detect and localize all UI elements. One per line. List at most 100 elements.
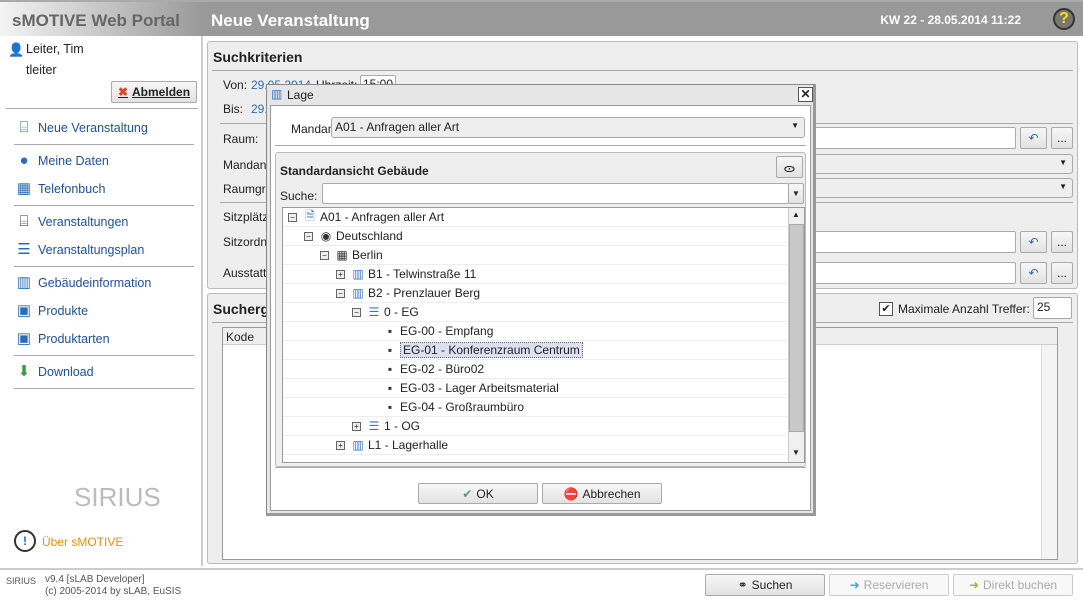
tree-node[interactable]: − ▦ Berlin	[283, 246, 789, 265]
sidebar-item-label: Veranstaltungsplan	[38, 243, 145, 257]
product-icon: ▣	[16, 302, 32, 319]
tree-node-label: L1 - Lagerhalle	[368, 438, 449, 452]
user-name: Leiter, Tim	[26, 42, 84, 56]
lage-dialog: ▥ Lage ✕ Mandant: A01 - Anfragen aller A…	[266, 84, 816, 516]
about-link[interactable]: Über sMOTIVE	[42, 535, 123, 549]
sidebar-item-neue-veranstaltung[interactable]: ⌸ Neue Veranstaltung	[14, 117, 147, 139]
sidebar-item-veranstaltungen[interactable]: ⌸ Veranstaltungen	[14, 211, 128, 233]
arrow-right-icon: ➜	[968, 578, 979, 592]
expand-icon[interactable]: +	[336, 440, 345, 450]
sidebar-item-label: Veranstaltungen	[38, 215, 129, 229]
scrollbar-thumb[interactable]	[789, 224, 804, 432]
sidebar-item-telefonbuch[interactable]: ▦ Telefonbuch	[14, 178, 106, 200]
tree-node[interactable]: ▪ EG-00 - Empfang	[283, 322, 789, 341]
sidebar-item-produkte[interactable]: ▣ Produkte	[14, 300, 88, 322]
view-title: Standardansicht Gebäude	[280, 164, 429, 178]
logout-button[interactable]: ✖ Abmelden	[111, 81, 197, 103]
header: Neue Veranstaltung KW 22 - 28.05.2014 11…	[203, 0, 1083, 36]
max-results-input[interactable]: 25	[1033, 297, 1072, 319]
room-icon: ▪	[387, 343, 393, 357]
results-scrollbar[interactable]	[1041, 345, 1057, 559]
download-icon: ⬇	[17, 363, 31, 380]
ausstattung-input[interactable]	[808, 262, 1016, 284]
cancel-button[interactable]: ⛔ Abbrechen	[542, 483, 662, 504]
browse-raum-button[interactable]: ...	[1051, 127, 1073, 149]
tree-node-label: EG-00 - Empfang	[400, 324, 494, 338]
sidebar-item-label: Meine Daten	[38, 154, 109, 168]
reset-ausstattung-button[interactable]: ↶	[1020, 262, 1047, 284]
max-results-checkbox[interactable]: ✔	[879, 302, 893, 316]
sidebar-item-label: Telefonbuch	[38, 182, 106, 196]
close-icon[interactable]: ✕	[798, 87, 813, 102]
reserve-button[interactable]: ➜ Reservieren	[829, 574, 949, 596]
expand-icon[interactable]: +	[352, 421, 361, 431]
sidebar-item-label: Download	[38, 365, 94, 379]
raum-label: Raum:	[223, 132, 259, 146]
expand-icon[interactable]: +	[336, 269, 345, 279]
arrow-right-icon: ➜	[849, 578, 860, 592]
reset-raum-button[interactable]: ↶	[1020, 127, 1047, 149]
sidebar-item-label: Produkte	[38, 304, 89, 318]
search-label: Suche:	[280, 189, 318, 203]
globe-icon: ◉	[320, 229, 332, 243]
binoculars-icon: ⚭	[737, 578, 748, 592]
search-dropdown-button[interactable]: ▼	[788, 183, 804, 204]
user-login: tleiter	[26, 63, 57, 77]
cancel-label: Abbrechen	[582, 486, 641, 501]
sidebar-item-produktarten[interactable]: ▣ Produktarten	[14, 328, 110, 350]
product-types-icon: ▣	[16, 330, 32, 347]
dialog-mandant-select[interactable]: A01 - Anfragen aller Art	[331, 117, 805, 138]
plan-icon: ☰	[17, 241, 31, 258]
tree-node[interactable]: ▪ EG-03 - Lager Arbeitsmaterial	[283, 379, 789, 398]
browse-sitzordnung-button[interactable]: ...	[1051, 231, 1073, 253]
sirius-small-logo: SIRIUS	[6, 576, 37, 586]
collapse-icon[interactable]: −	[304, 231, 313, 241]
sidebar-item-gebaeudeinformation[interactable]: ▥ Gebäudeinformation	[14, 272, 151, 294]
document-icon: 🗎	[305, 208, 315, 223]
room-icon: ▪	[387, 400, 393, 414]
browse-ausstattung-button[interactable]: ...	[1051, 262, 1073, 284]
tree-node[interactable]: + ▥ B1 - Telwinstraße 11	[283, 265, 789, 284]
book-button[interactable]: ➜ Direkt buchen	[953, 574, 1073, 596]
tree-node[interactable]: − 🗎 A01 - Anfragen aller Art	[283, 208, 789, 227]
dialog-search-input[interactable]	[322, 183, 789, 204]
presentation-new-icon: ⌸	[19, 119, 29, 136]
location-tree: − 🗎 A01 - Anfragen aller Art − ◉ Deutschland −…	[282, 207, 805, 463]
view-toggle-button[interactable]: ᯣ	[776, 156, 803, 178]
info-icon: !	[14, 530, 36, 552]
tree-node[interactable]: ▪ EG-04 - Großraumbüro	[283, 398, 789, 417]
search-button[interactable]: ⚭ Suchen	[705, 574, 825, 596]
collapse-icon[interactable]: −	[320, 250, 329, 260]
tree-node[interactable]: − ▥ B2 - Prenzlauer Berg	[283, 284, 789, 303]
raumgruppe-label: Raumgr	[223, 182, 266, 196]
raumgruppe-select[interactable]	[808, 178, 1073, 198]
help-icon[interactable]: ?	[1053, 8, 1075, 30]
mandant-select[interactable]	[808, 154, 1073, 174]
sitzordnung-input[interactable]	[808, 231, 1016, 253]
tree-node[interactable]: + ▥ L1 - Lagerhalle	[283, 436, 789, 455]
sidebar-item-meine-daten[interactable]: ● Meine Daten	[14, 150, 109, 172]
room-icon: ▪	[387, 324, 393, 338]
tree-node[interactable]: − ☰ 0 - EG	[283, 303, 789, 322]
tree-node[interactable]: ▪ EG-02 - Büro02	[283, 360, 789, 379]
sidebar-item-download[interactable]: ⬇ Download	[14, 361, 94, 383]
scroll-up-icon[interactable]: ▲	[792, 210, 800, 219]
reset-sitzordnung-button[interactable]: ↶	[1020, 231, 1047, 253]
collapse-icon[interactable]: −	[336, 288, 345, 298]
raum-input[interactable]	[808, 127, 1016, 149]
ok-label: OK	[476, 486, 494, 501]
tree-node[interactable]: − ◉ Deutschland	[283, 227, 789, 246]
collapse-icon[interactable]: −	[352, 307, 361, 317]
logout-label: Abmelden	[132, 85, 191, 99]
floor-icon: ☰	[368, 305, 380, 319]
collapse-icon[interactable]: −	[288, 212, 297, 222]
tree-node[interactable]: + ☰ 1 - OG	[283, 417, 789, 436]
sidebar-item-veranstaltungsplan[interactable]: ☰ Veranstaltungsplan	[14, 239, 144, 261]
tree-node[interactable]: ▪ EG-01 - Konferenzraum Centrum	[283, 341, 789, 360]
tree-scrollbar[interactable]: ▲ ▼	[788, 208, 804, 462]
page-title: Neue Veranstaltung	[211, 11, 370, 30]
tree-node-label: Berlin	[352, 248, 383, 262]
ok-button[interactable]: ✔ OK	[418, 483, 538, 504]
scroll-down-icon[interactable]: ▼	[792, 448, 800, 457]
check-icon: ✔	[462, 486, 473, 501]
